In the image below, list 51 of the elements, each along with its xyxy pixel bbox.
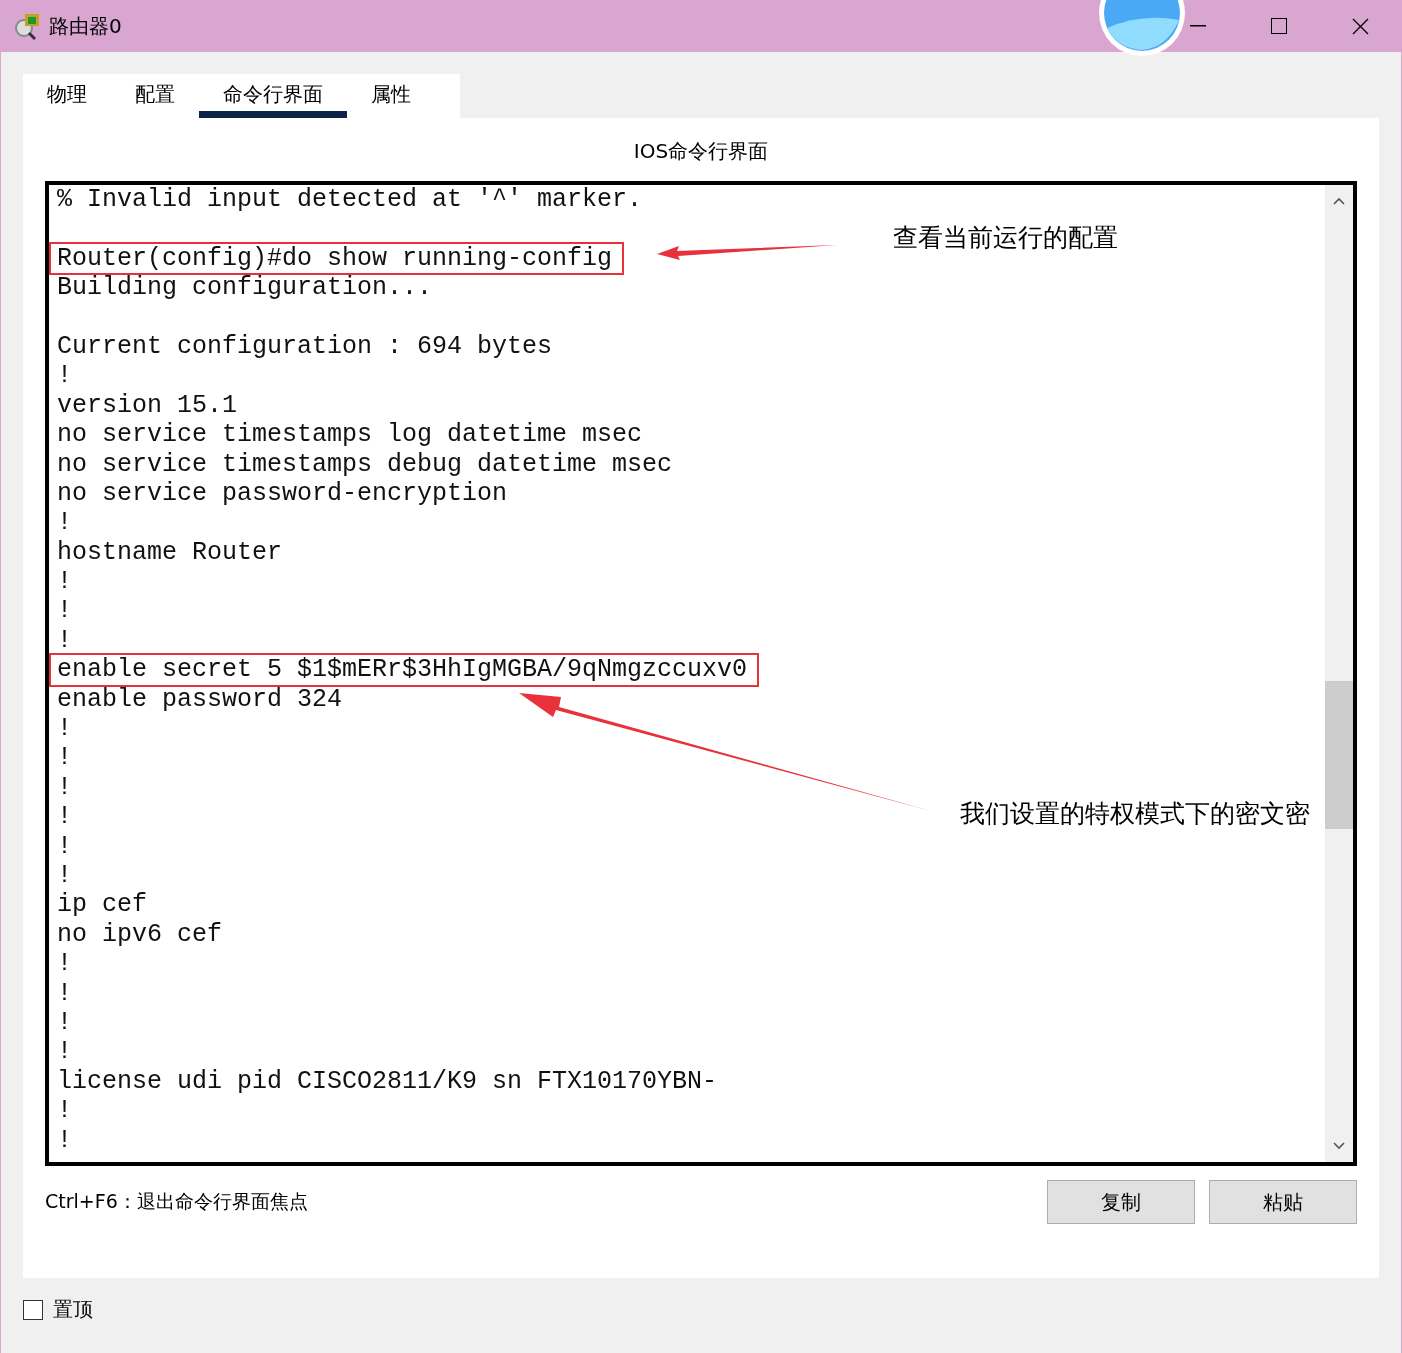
action-button[interactable]: 粘贴 [1209, 1180, 1357, 1224]
maximize-icon [1271, 18, 1287, 34]
terminal-line: enable password 324 [56, 684, 344, 715]
tab[interactable]: 物理 [23, 74, 111, 118]
terminal-line: ! [56, 625, 73, 656]
checkbox[interactable] [23, 1299, 43, 1320]
terminal-line: license udi pid CISCO2811/K9 sn FTX10170YBN- [56, 1066, 719, 1097]
terminal-line: ! [56, 1096, 73, 1126]
close-icon [1351, 17, 1369, 35]
terminal-line: Current configuration : 694 bytes [56, 331, 554, 362]
terminal-line: ! [56, 714, 73, 744]
action-button[interactable]: 复制 [1047, 1180, 1195, 1224]
terminal-line: ! [56, 861, 73, 891]
terminal-line: ! [56, 508, 73, 538]
terminal[interactable] [45, 181, 1357, 1166]
window-title: 路由器0 [49, 12, 122, 40]
terminal-line: no service timestamps log datetime msec [56, 420, 644, 450]
terminal-line: ! [56, 596, 73, 626]
terminal-line: ! [56, 1125, 73, 1155]
terminal-line: ! [56, 1007, 73, 1038]
terminal-line: ! [56, 949, 73, 979]
terminal-line: ! [56, 743, 73, 773]
terminal-line: ! [56, 831, 73, 861]
terminal-line: ! [56, 802, 73, 832]
terminal-line: ! [56, 1037, 73, 1067]
terminal-line: Building configuration... [56, 273, 434, 303]
terminal-line: enable secret 5 $1$mERr$3HhIgMGBA/9qNmgzccuxv0 [51, 655, 758, 685]
terminal-line: ! [56, 978, 73, 1008]
scroll-thumb[interactable] [1325, 681, 1353, 829]
terminal-line: version 15.1 [56, 390, 239, 421]
shortcut-hint: Ctrl+F6：退出命令行界面焦点 [45, 1189, 308, 1214]
minimize-icon [1190, 25, 1206, 27]
terminal-line: ! [56, 772, 73, 803]
terminal-line: hostname Router [56, 537, 284, 568]
terminal-line: ! [56, 361, 73, 391]
terminal-line: ip cef [56, 890, 148, 920]
terminal-line: Router(config)#do show running-config [51, 243, 623, 274]
terminal-line: % Invalid input detected at '^' marker. [56, 185, 644, 215]
tab[interactable]: 配置 [111, 74, 199, 118]
annotation-text: 查看当前运行的配置 [893, 222, 1118, 254]
scroll-down-icon[interactable] [1333, 1142, 1345, 1150]
terminal-line: no service timestamps debug datetime msec [56, 449, 674, 479]
annotation-text: 我们设置的特权模式下的密文密 [960, 798, 1310, 830]
terminal-line: no service password-encryption [56, 478, 509, 509]
tab[interactable]: 属性 [347, 74, 435, 118]
checkbox-label: 置顶 [53, 1296, 93, 1323]
panel-title: IOS命令行界面 [633, 139, 769, 163]
terminal-line: ! [56, 567, 73, 597]
scroll-up-icon[interactable] [1333, 197, 1345, 205]
terminal-line: no ipv6 cef [56, 919, 224, 950]
scrollbar[interactable] [1325, 185, 1353, 1162]
